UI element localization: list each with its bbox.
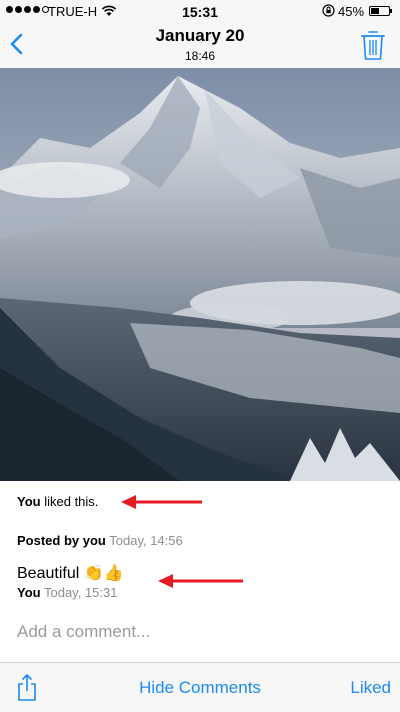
post-info-row: Posted by you Today, 14:56 — [0, 522, 400, 557]
comment-row[interactable]: Beautiful 👏👍 You Today, 15:31 — [0, 556, 400, 606]
comment-meta: You Today, 15:31 — [17, 585, 117, 600]
likes-row[interactable]: You liked this. — [0, 481, 400, 523]
status-bar: TRUE-H 15:31 45% — [0, 0, 400, 22]
comment-author: You — [17, 585, 41, 600]
page-title: January 20 — [155, 26, 245, 45]
hide-comments-button[interactable]: Hide Comments — [0, 678, 400, 698]
posted-timestamp: Today, 14:56 — [109, 533, 183, 548]
rotation-lock-icon — [322, 4, 335, 20]
post-info: Posted by you Today, 14:56 — [17, 533, 183, 548]
add-comment-placeholder: Add a comment... — [17, 622, 151, 641]
comment-body: Beautiful 👏👍 — [17, 563, 124, 583]
liked-button[interactable]: Liked — [350, 678, 391, 698]
annotation-arrow — [158, 574, 243, 588]
battery-icon — [369, 6, 392, 16]
bottom-toolbar: Hide Comments Liked — [0, 662, 400, 712]
liked-suffix: liked this. — [44, 494, 99, 509]
battery-level — [371, 8, 379, 14]
navigation-bar: January 20 18:46 — [0, 22, 400, 69]
liked-by-name: You — [17, 494, 41, 509]
annotation-arrow — [121, 495, 202, 509]
battery-tip — [390, 9, 392, 13]
likes-summary: You liked this. — [17, 494, 98, 509]
posted-by-label: Posted by you — [17, 533, 106, 548]
photo[interactable] — [0, 68, 400, 481]
add-comment-field[interactable]: Add a comment... — [0, 605, 400, 661]
comment-timestamp: Today, 15:31 — [43, 585, 118, 600]
battery-percent: 45% — [338, 4, 365, 19]
comment-emoji: 👏👍 — [83, 565, 124, 582]
trash-icon[interactable] — [359, 28, 387, 62]
comment-text: Beautiful — [17, 565, 80, 582]
page-subtitle: 18:46 — [184, 49, 216, 63]
